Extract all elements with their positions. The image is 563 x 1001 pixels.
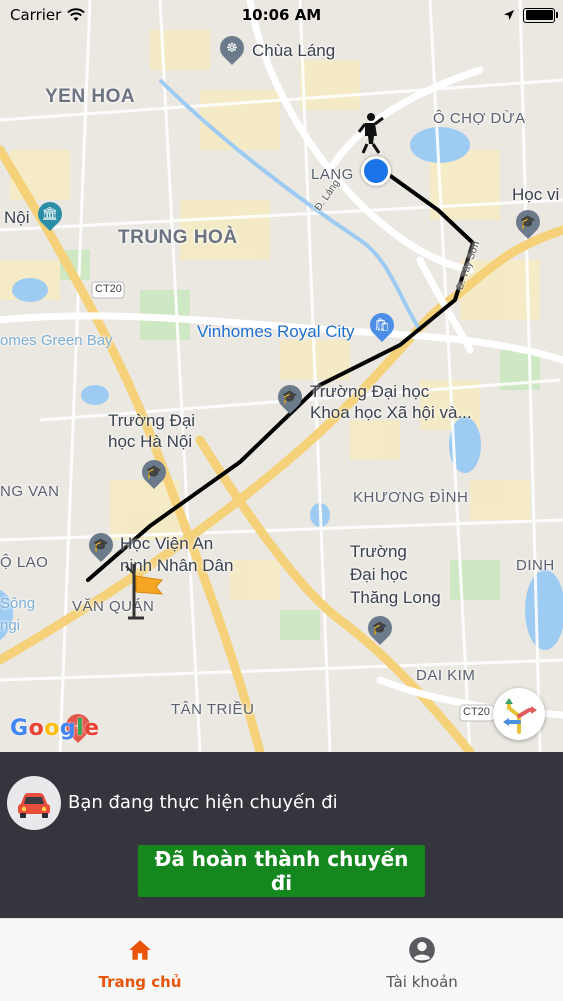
poi-hoc-vi: Học vi (512, 185, 560, 204)
poi-dh-khxh-2: Khoa học Xã hội và... (310, 403, 472, 422)
poi-dh-khxh-1: Trường Đại học (310, 382, 430, 401)
poi-noi: Nội (4, 208, 30, 227)
status-bar: Carrier 10:06 AM (0, 0, 563, 30)
district-o-lao: Ộ LAO (0, 554, 49, 571)
poi-dh-hanoi-2: học Hà Nội (108, 432, 193, 451)
district-khuong-dinh: KHƯƠNG ĐÌNH (353, 489, 469, 506)
district-tan-trieu: TÂN TRIỀU (171, 701, 255, 718)
district-dai-kim: DAI KIM (416, 667, 476, 684)
school-icon: 🎓 (511, 205, 545, 239)
directions-icon (503, 698, 537, 734)
poi-chua-lang: Chùa Láng (252, 41, 336, 60)
google-logo: Google (10, 716, 100, 741)
home-icon (129, 940, 151, 960)
museum-icon: 🏛 (33, 197, 67, 231)
destination-flag-icon (125, 564, 164, 620)
district-o-cho-dua: Ô CHỢ DỪA (433, 110, 526, 127)
tab-bar: Trang chủ Tài khoản (0, 918, 563, 1001)
map-view[interactable]: CT20 CT20 Đ. Tây Sơn Đ. Láng YEN HOA Ô C… (0, 0, 563, 752)
poi-thang-long-1: Trường (350, 542, 407, 561)
poi-song: Sông (0, 595, 36, 612)
university-icon-an-ninh: 🎓 (84, 528, 118, 562)
status-time: 10:06 AM (241, 6, 322, 24)
district-ng-van: NG VAN (0, 483, 60, 500)
tab-home-label: Trang chủ (98, 973, 182, 991)
poi-thang-long-2: Đại học (350, 565, 408, 584)
tab-account[interactable]: Tài khoản (322, 919, 522, 1001)
district-trung-hoa: TRUNG HOÀ (118, 227, 238, 248)
university-icon-thang-long: 🎓 (363, 611, 397, 645)
poi-an-ninh-1: Học Viện An (120, 534, 214, 553)
shopping-icon: 🛍 (365, 308, 399, 342)
road-label-ct20-top: CT20 (95, 283, 122, 295)
google-logo-text: Google (10, 716, 100, 741)
car-icon (18, 793, 50, 818)
directions-button[interactable] (493, 688, 545, 740)
district-dinh: DINH (516, 557, 555, 574)
tab-home[interactable]: Trang chủ (40, 919, 240, 1001)
car-avatar (7, 776, 61, 830)
pedestrian-icon (357, 113, 384, 154)
university-icon: 🎓 (273, 380, 307, 414)
poi-thang-long-3: Thăng Long (350, 588, 441, 607)
poi-ngi: ngi (0, 617, 21, 634)
pagoda-icon: ☸ (215, 31, 249, 65)
poi-vinhomes: Vinhomes Royal City (197, 322, 355, 341)
complete-trip-button[interactable]: Đã hoàn thành chuyến đi (138, 845, 425, 897)
district-yen-hoa: YEN HOA (45, 86, 136, 107)
tab-account-label: Tài khoản (386, 973, 458, 991)
account-icon (409, 937, 435, 963)
poi-dh-hanoi-1: Trường Đại (108, 411, 196, 430)
battery-icon (523, 7, 558, 23)
poi-green-bay: omes Green Bay (0, 332, 113, 349)
trip-status-text: Bạn đang thực hiện chuyến đi (68, 792, 338, 813)
university-icon-hanoi: 🎓 (137, 455, 171, 489)
current-location-marker (361, 156, 391, 186)
battery-fill (525, 10, 553, 20)
district-lang: LANG (311, 166, 354, 183)
road-label-ct20-bottom: CT20 (463, 706, 490, 718)
